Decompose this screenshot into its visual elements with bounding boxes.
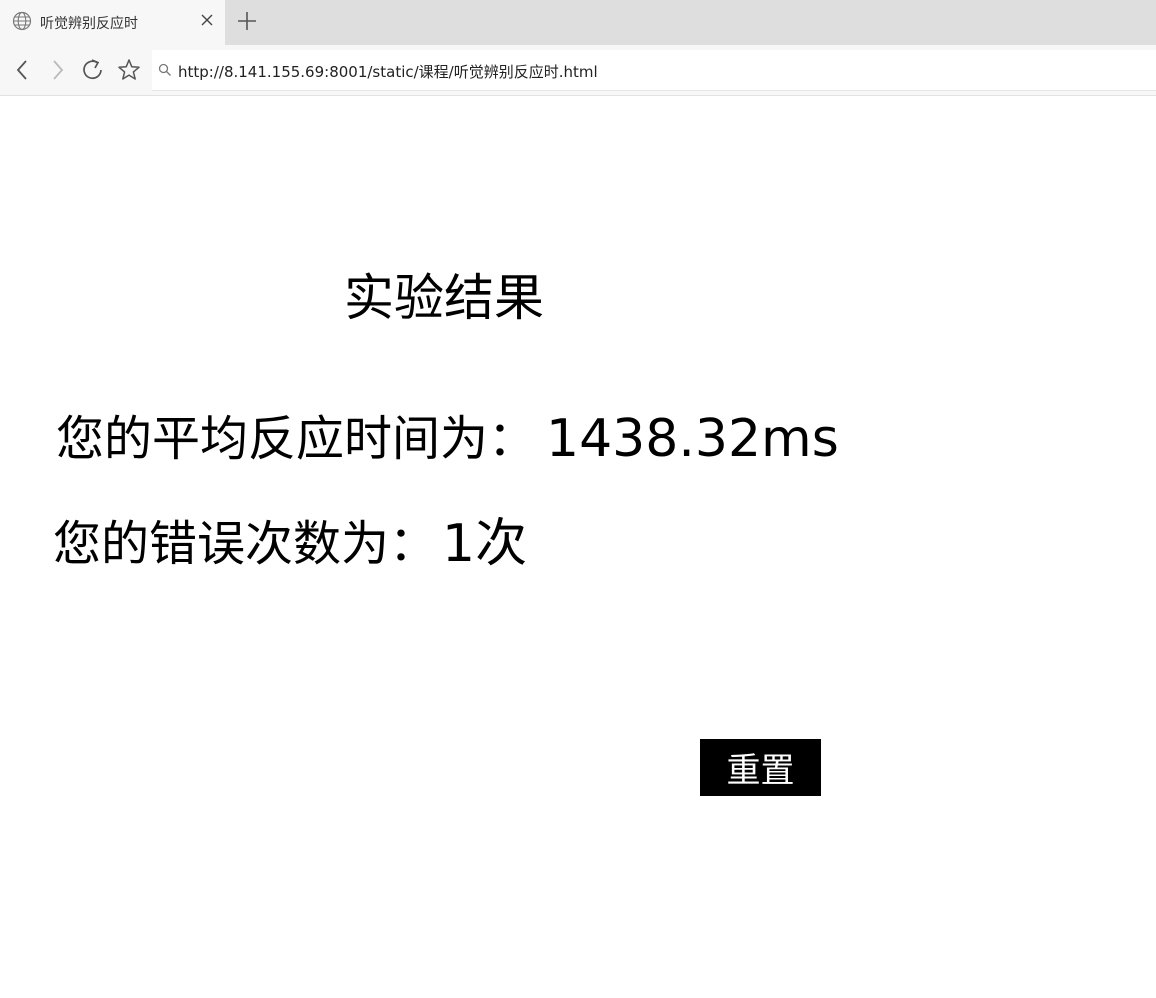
address-bar[interactable]: http://8.141.155.69:8001/static/课程/听觉辨别反… [152,50,1156,91]
error-count-label: 您的错误次数为： [53,516,438,572]
plus-icon[interactable] [236,10,258,32]
star-icon[interactable] [116,57,142,83]
tab-strip: 听觉辨别反应时 [0,0,1156,45]
close-icon[interactable] [199,12,215,28]
reload-icon[interactable] [80,57,106,83]
forward-icon[interactable] [44,57,70,83]
reset-button[interactable]: 重置 [700,739,821,796]
reaction-time-value: 1438.32ms [546,409,839,469]
search-icon [158,63,171,76]
page-title: 实验结果 [344,269,544,327]
url-text[interactable]: http://8.141.155.69:8001/static/课程/听觉辨别反… [178,61,598,82]
back-icon[interactable] [10,57,36,83]
globe-icon [12,11,32,31]
tab-title: 听觉辨别反应时 [40,16,138,32]
browser-tab[interactable]: 听觉辨别反应时 [0,0,225,45]
reaction-time-label: 您的平均反应时间为： [56,411,537,467]
error-count-value: 1次 [442,514,528,574]
browser-toolbar: http://8.141.155.69:8001/static/课程/听觉辨别反… [0,45,1156,96]
